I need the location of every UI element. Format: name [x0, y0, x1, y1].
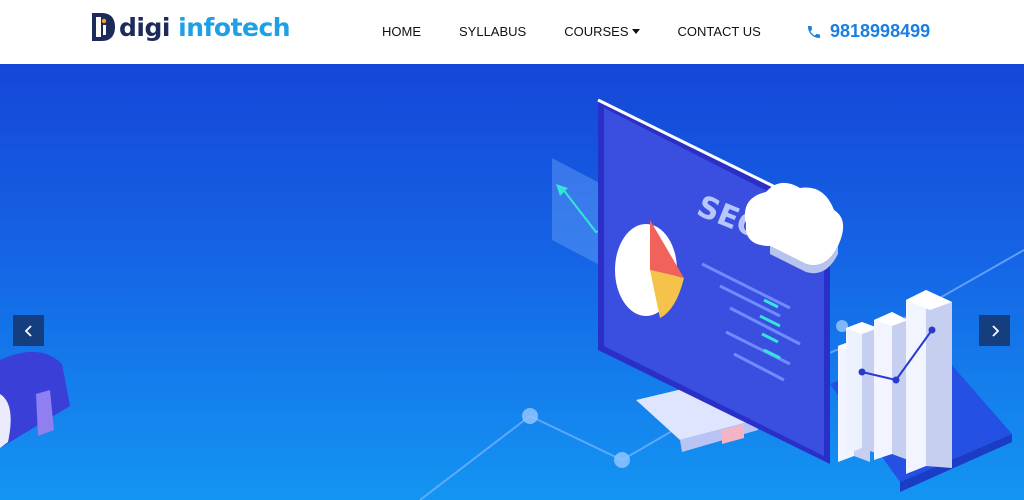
main-menu: HOME SYLLABUS COURSES CONTACT US: [382, 24, 761, 39]
hero-illustration: SEO: [0, 98, 1024, 500]
hero-carousel: SEO: [0, 64, 1024, 500]
nav-home[interactable]: HOME: [382, 24, 421, 39]
nav-syllabus[interactable]: SYLLABUS: [459, 24, 526, 39]
brand-name-part2: infotech: [178, 12, 291, 42]
nav-courses-label: COURSES: [564, 24, 629, 39]
logo-icon: [92, 13, 115, 41]
nav-courses[interactable]: COURSES: [564, 24, 640, 39]
carousel-next-button[interactable]: [979, 315, 1010, 346]
brand-name: digi infotech: [119, 12, 291, 42]
navbar: digi infotech HOME SYLLABUS COURSES CONT…: [0, 0, 1024, 64]
phone-contact[interactable]: 9818998499: [806, 21, 930, 42]
phone-icon: [808, 25, 820, 38]
carousel-prev-button[interactable]: [13, 315, 44, 346]
phone-number: 9818998499: [830, 21, 931, 41]
caret-down-icon: [631, 29, 640, 34]
chevron-left-icon: [24, 324, 32, 337]
chevron-right-icon: [991, 324, 999, 337]
brand-logo[interactable]: digi infotech: [90, 10, 291, 44]
nav-contact-us[interactable]: CONTACT US: [678, 24, 761, 39]
brand-name-part1: digi: [119, 12, 170, 42]
